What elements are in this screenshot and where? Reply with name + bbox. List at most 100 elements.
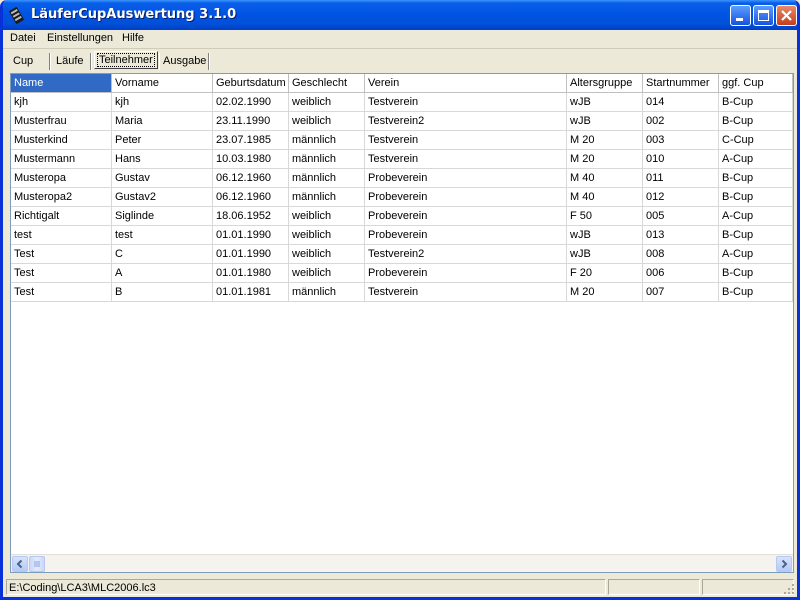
table-cell[interactable]: weiblich	[289, 207, 365, 226]
table-cell[interactable]: Test	[11, 264, 112, 283]
table-cell[interactable]: Musteropa2	[11, 188, 112, 207]
table-cell[interactable]: weiblich	[289, 112, 365, 131]
table-cell[interactable]: Richtigalt	[11, 207, 112, 226]
table-row[interactable]: Test A 01.01.1980 weiblich Probeverein F 20 00…	[11, 264, 793, 283]
horizontal-scrollbar[interactable]	[11, 554, 793, 572]
table-cell[interactable]: Probeverein	[365, 207, 567, 226]
table-cell[interactable]: M 40	[567, 169, 643, 188]
table-cell[interactable]: männlich	[289, 283, 365, 302]
table-cell[interactable]: männlich	[289, 188, 365, 207]
table-cell[interactable]: Testverein2	[365, 245, 567, 264]
table-cell[interactable]: 06.12.1960	[213, 188, 289, 207]
table-cell[interactable]: test	[112, 226, 213, 245]
participants-grid[interactable]: Name Vorname Geburtsdatum Geschlecht Verein A…	[10, 73, 794, 573]
table-cell[interactable]: 006	[643, 264, 719, 283]
table-cell[interactable]: M 20	[567, 131, 643, 150]
column-header[interactable]: Name	[11, 74, 112, 93]
table-cell[interactable]: A-Cup	[719, 207, 793, 226]
menu-einstellungen[interactable]: Einstellungen	[47, 32, 113, 44]
table-cell[interactable]: 10.03.1980	[213, 150, 289, 169]
table-cell[interactable]: männlich	[289, 169, 365, 188]
table-cell[interactable]: B-Cup	[719, 264, 793, 283]
table-cell[interactable]: wJB	[567, 93, 643, 112]
title-bar[interactable]: LäuferCupAuswertung 3.1.0	[3, 0, 797, 30]
table-cell[interactable]: B-Cup	[719, 226, 793, 245]
table-cell[interactable]: M 20	[567, 150, 643, 169]
table-cell[interactable]: M 40	[567, 188, 643, 207]
table-cell[interactable]: 003	[643, 131, 719, 150]
table-cell[interactable]: M 20	[567, 283, 643, 302]
column-header[interactable]: Startnummer	[643, 74, 719, 93]
column-header[interactable]: Altersgruppe	[567, 74, 643, 93]
scroll-left-button[interactable]	[12, 556, 28, 572]
table-cell[interactable]: 011	[643, 169, 719, 188]
table-cell[interactable]: kjh	[11, 93, 112, 112]
scroll-thumb[interactable]	[29, 556, 45, 572]
table-cell[interactable]: 005	[643, 207, 719, 226]
table-row[interactable]: Musterfrau Maria 23.11.1990 weiblich Testver…	[11, 112, 793, 131]
table-cell[interactable]: B-Cup	[719, 93, 793, 112]
tab-laeufe[interactable]: Läufe	[53, 53, 91, 70]
table-cell[interactable]: test	[11, 226, 112, 245]
table-cell[interactable]: Testverein	[365, 93, 567, 112]
column-header[interactable]: ggf. Cup	[719, 74, 793, 93]
table-cell[interactable]: 23.07.1985	[213, 131, 289, 150]
table-cell[interactable]: weiblich	[289, 226, 365, 245]
table-cell[interactable]: 01.01.1990	[213, 226, 289, 245]
column-header[interactable]: Vorname	[112, 74, 213, 93]
table-cell[interactable]: 01.01.1990	[213, 245, 289, 264]
table-cell[interactable]: Siglinde	[112, 207, 213, 226]
table-row[interactable]: Musterkind Peter 23.07.1985 männlich Testver…	[11, 131, 793, 150]
app-icon[interactable]	[8, 7, 25, 24]
table-cell[interactable]: 008	[643, 245, 719, 264]
table-cell[interactable]: A-Cup	[719, 150, 793, 169]
table-row[interactable]: kjh kjh 02.02.1990 weiblich Testverein wJB 014…	[11, 93, 793, 112]
table-cell[interactable]: Mustermann	[11, 150, 112, 169]
tab-cup[interactable]: Cup	[10, 53, 50, 70]
table-cell[interactable]: 01.01.1981	[213, 283, 289, 302]
table-row[interactable]: Richtigalt Siglinde 18.06.1952 weiblich Prob…	[11, 207, 793, 226]
table-cell[interactable]: B-Cup	[719, 283, 793, 302]
table-cell[interactable]: Gustav2	[112, 188, 213, 207]
table-cell[interactable]: A-Cup	[719, 245, 793, 264]
menu-datei[interactable]: Datei	[10, 32, 36, 44]
table-cell[interactable]: 014	[643, 93, 719, 112]
table-cell[interactable]: 012	[643, 188, 719, 207]
table-cell[interactable]: wJB	[567, 245, 643, 264]
scroll-right-button[interactable]	[776, 556, 792, 572]
table-row[interactable]: Test B 01.01.1981 männlich Testverein M 20 007…	[11, 283, 793, 302]
table-cell[interactable]: 18.06.1952	[213, 207, 289, 226]
table-cell[interactable]: B-Cup	[719, 112, 793, 131]
column-header[interactable]: Verein	[365, 74, 567, 93]
table-cell[interactable]: 01.01.1980	[213, 264, 289, 283]
table-cell[interactable]: Musteropa	[11, 169, 112, 188]
table-cell[interactable]: C-Cup	[719, 131, 793, 150]
table-cell[interactable]: Test	[11, 245, 112, 264]
table-row[interactable]: Musteropa2 Gustav2 06.12.1960 männlich Probe…	[11, 188, 793, 207]
table-cell[interactable]: B-Cup	[719, 169, 793, 188]
table-cell[interactable]: Test	[11, 283, 112, 302]
close-button[interactable]	[776, 5, 797, 26]
minimize-button[interactable]	[730, 5, 751, 26]
table-cell[interactable]: F 50	[567, 207, 643, 226]
table-row[interactable]: test test 01.01.1990 weiblich Probeverein wJB…	[11, 226, 793, 245]
table-cell[interactable]: Testverein	[365, 150, 567, 169]
table-cell[interactable]: A	[112, 264, 213, 283]
maximize-button[interactable]	[753, 5, 774, 26]
table-cell[interactable]: Gustav	[112, 169, 213, 188]
table-cell[interactable]: Probeverein	[365, 169, 567, 188]
table-cell[interactable]: weiblich	[289, 93, 365, 112]
table-cell[interactable]: Probeverein	[365, 226, 567, 245]
table-row[interactable]: Musteropa Gustav 06.12.1960 männlich Probeve…	[11, 169, 793, 188]
table-cell[interactable]: 007	[643, 283, 719, 302]
table-cell[interactable]: C	[112, 245, 213, 264]
table-cell[interactable]: weiblich	[289, 264, 365, 283]
tab-teilnehmer[interactable]: Teilnehmer	[94, 51, 158, 69]
tab-ausgabe[interactable]: Ausgabe	[159, 53, 209, 70]
table-cell[interactable]: Testverein	[365, 283, 567, 302]
table-cell[interactable]: kjh	[112, 93, 213, 112]
column-header[interactable]: Geburtsdatum	[213, 74, 289, 93]
table-cell[interactable]: männlich	[289, 131, 365, 150]
menu-hilfe[interactable]: Hilfe	[122, 32, 144, 44]
table-cell[interactable]: Peter	[112, 131, 213, 150]
